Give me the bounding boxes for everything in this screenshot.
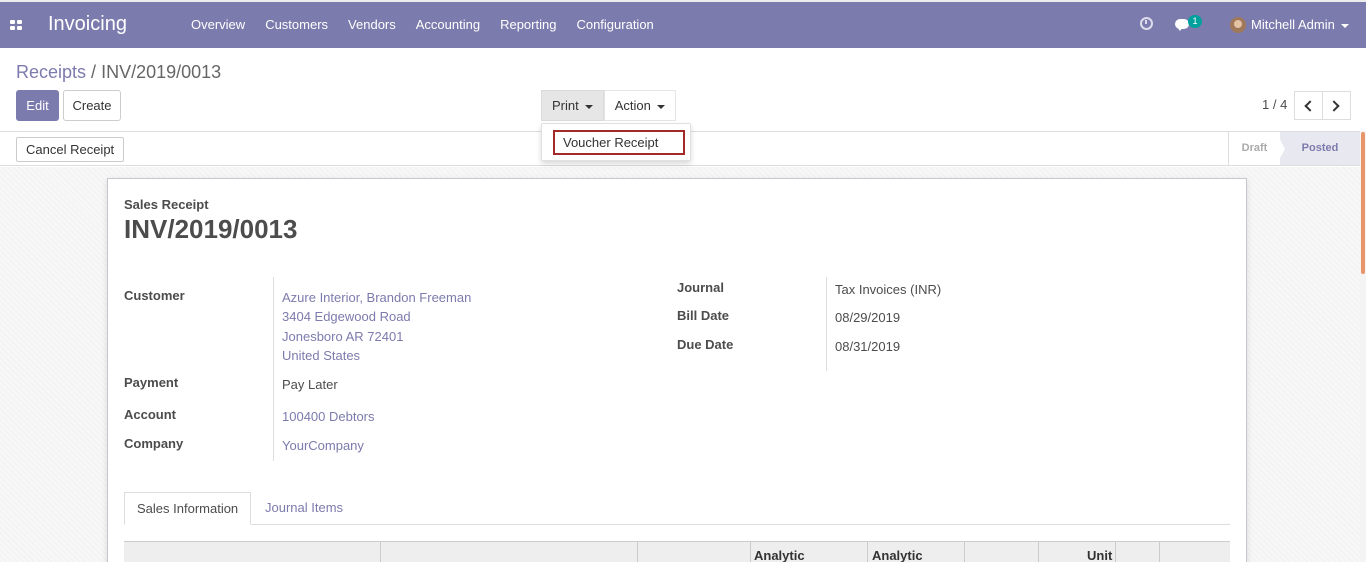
customer-label: Customer: [124, 288, 185, 303]
app-title: Invoicing: [48, 13, 127, 35]
company-link[interactable]: YourCompany: [282, 438, 364, 453]
menu-item-vendors[interactable]: Vendors: [338, 2, 406, 48]
create-button[interactable]: Create: [63, 90, 121, 121]
account-label: Account: [124, 407, 176, 422]
print-dropdown-menu: Voucher Receipt: [541, 123, 691, 161]
stage-posted[interactable]: Posted: [1280, 132, 1360, 165]
pager-next-button[interactable]: [1322, 91, 1351, 120]
column-separator: [1038, 542, 1039, 562]
apps-menu-icon[interactable]: [10, 20, 22, 30]
main-menu: Overview Customers Vendors Accounting Re…: [181, 2, 664, 48]
document-type: Sales Receipt: [124, 197, 209, 212]
customer-address-line[interactable]: United States: [282, 348, 360, 363]
notebook-tabs: Sales Information Journal Items: [124, 492, 1230, 525]
column-separator: [750, 542, 751, 562]
chevron-left-icon: [1304, 100, 1316, 112]
column-header-unit-price[interactable]: Unit: [1087, 548, 1112, 562]
field-divider: [273, 277, 274, 461]
invoice-lines-table-header: Analytic Analytic Unit: [124, 541, 1230, 562]
journal-label: Journal: [677, 280, 724, 295]
stage-arrow: [1276, 132, 1285, 165]
account-link[interactable]: 100400 Debtors: [282, 409, 375, 424]
scrollbar-thumb[interactable]: [1361, 132, 1365, 274]
company-label: Company: [124, 436, 184, 451]
form-sheet: Sales Receipt INV/2019/0013 Customer Azu…: [107, 178, 1247, 562]
customer-name-link[interactable]: Azure Interior, Brandon Freeman: [282, 290, 471, 305]
breadcrumb-current: INV/2019/0013: [101, 62, 222, 82]
breadcrumb-receipts[interactable]: Receipts: [16, 62, 86, 82]
column-separator: [637, 542, 638, 562]
journal-value: Tax Invoices (INR): [835, 282, 942, 297]
caret-down-icon: [656, 104, 665, 109]
bill-date-value: 08/29/2019: [835, 310, 901, 325]
column-separator: [380, 542, 381, 562]
column-header-analytic-tags[interactable]: Analytic: [872, 548, 923, 562]
column-header-analytic-account[interactable]: Analytic: [754, 548, 805, 562]
due-date-value: 08/31/2019: [835, 339, 901, 354]
column-separator: [964, 542, 965, 562]
menu-item-reporting[interactable]: Reporting: [490, 2, 566, 48]
document-name: INV/2019/0013: [124, 214, 298, 244]
customer-address-line[interactable]: Jonesboro AR 72401: [282, 329, 403, 344]
top-navbar: Invoicing Overview Customers Vendors Acc…: [0, 0, 1366, 48]
print-voucher-receipt-item[interactable]: Voucher Receipt: [553, 130, 685, 155]
caret-down-icon: [1340, 23, 1349, 28]
tab-journal-items[interactable]: Journal Items: [253, 492, 355, 525]
user-avatar[interactable]: [1230, 17, 1246, 33]
caret-down-icon: [584, 104, 593, 109]
messaging-chat-icon[interactable]: [1175, 19, 1189, 31]
due-date-label: Due Date: [677, 337, 734, 352]
action-button[interactable]: Action: [603, 90, 676, 121]
customer-address-line[interactable]: 3404 Edgewood Road: [282, 309, 411, 324]
breadcrumb: Receipts / INV/2019/0013: [16, 62, 221, 83]
column-separator: [867, 542, 868, 562]
tab-sales-information[interactable]: Sales Information: [124, 492, 252, 525]
pager-value[interactable]: 1 / 4: [1262, 97, 1287, 112]
breadcrumb-separator: /: [91, 62, 97, 82]
user-name: Mitchell Admin: [1251, 17, 1335, 32]
pager-previous-button[interactable]: [1294, 91, 1323, 120]
menu-item-overview[interactable]: Overview: [181, 2, 255, 48]
user-menu[interactable]: Mitchell Admin: [1251, 2, 1349, 48]
print-label: Print: [552, 98, 579, 113]
cancel-receipt-button[interactable]: Cancel Receipt: [16, 137, 125, 162]
stage-draft[interactable]: Draft: [1228, 132, 1280, 165]
activity-clock-icon[interactable]: [1140, 17, 1153, 30]
menu-item-configuration[interactable]: Configuration: [566, 2, 663, 48]
edit-button[interactable]: Edit: [16, 90, 59, 121]
chevron-right-icon: [1328, 100, 1340, 112]
column-separator: [1159, 542, 1160, 562]
menu-item-customers[interactable]: Customers: [255, 2, 338, 48]
action-label: Action: [614, 98, 651, 113]
message-count-badge: 1: [1188, 15, 1202, 28]
sidebar-button-group: Print Action: [541, 90, 676, 121]
print-button[interactable]: Print: [541, 90, 604, 121]
payment-value: Pay Later: [282, 377, 338, 392]
menu-item-accounting[interactable]: Accounting: [406, 2, 490, 48]
column-separator: [1115, 542, 1116, 562]
bill-date-label: Bill Date: [677, 308, 730, 323]
payment-label: Payment: [124, 375, 179, 390]
field-divider: [826, 277, 827, 371]
